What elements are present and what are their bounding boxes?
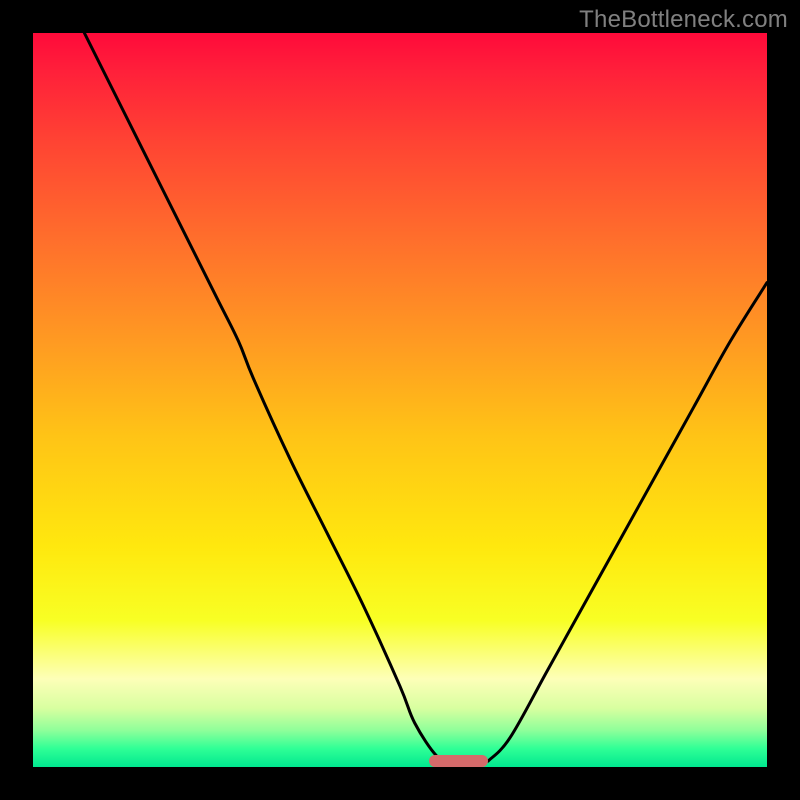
- watermark-text: TheBottleneck.com: [579, 6, 788, 34]
- left-curve: [84, 33, 451, 761]
- curves-layer: [33, 33, 767, 767]
- trough-marker: [429, 755, 488, 767]
- plot-area: [33, 33, 767, 767]
- chart-frame: TheBottleneck.com: [0, 0, 800, 800]
- right-curve: [488, 283, 767, 761]
